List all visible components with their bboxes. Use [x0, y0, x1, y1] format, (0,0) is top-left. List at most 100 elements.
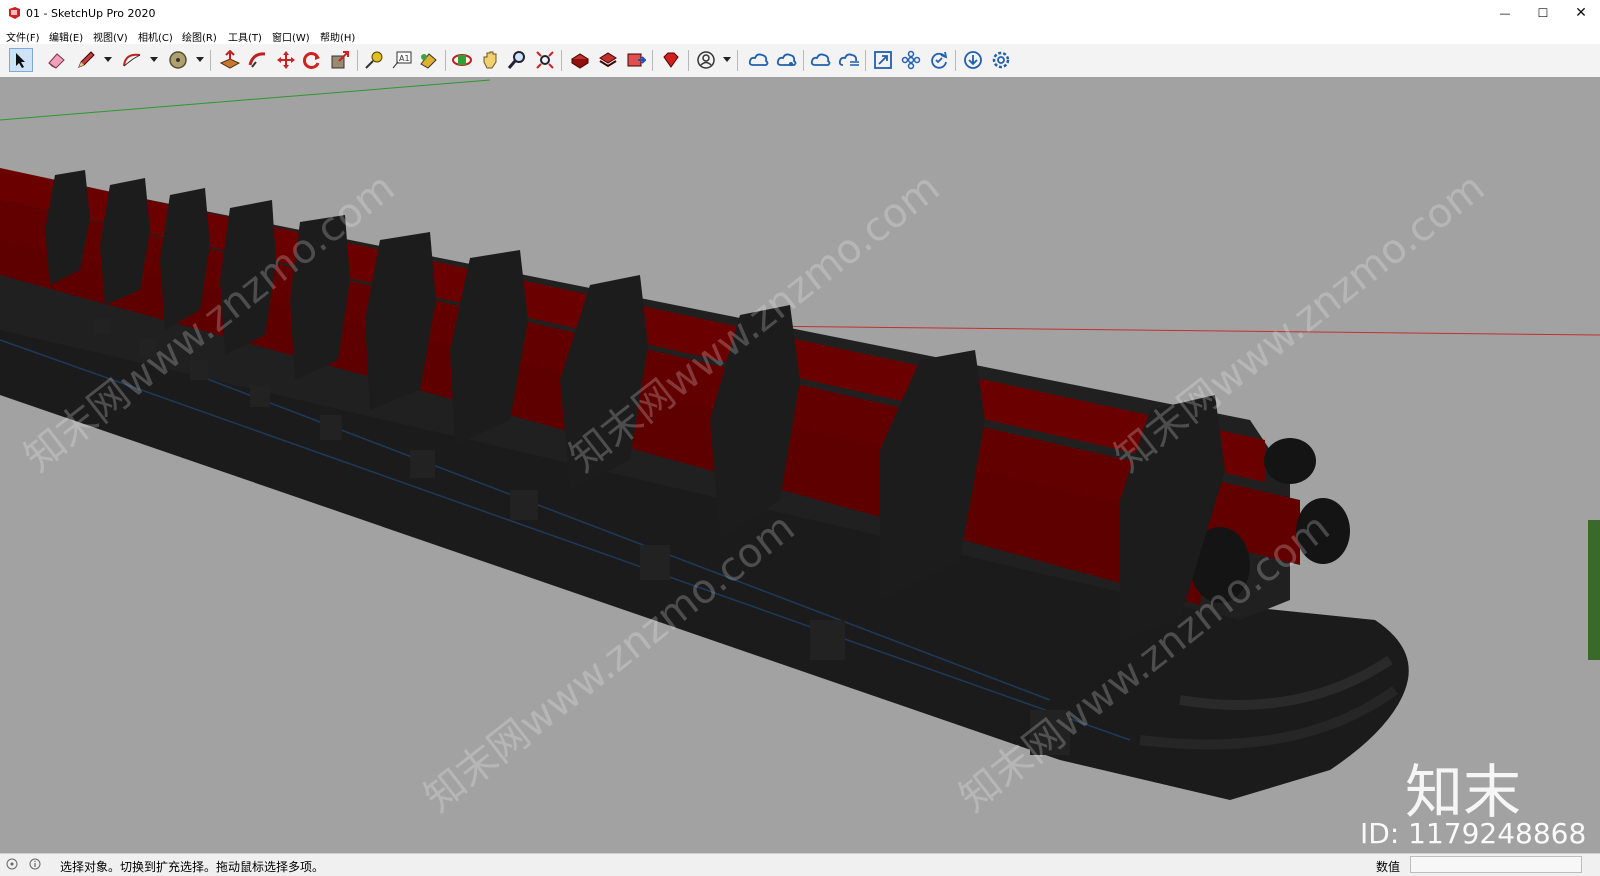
pan-tool[interactable] [478, 48, 502, 72]
zoom-extents-tool[interactable] [533, 48, 557, 72]
extension-warehouse[interactable] [596, 48, 620, 72]
extents[interactable] [871, 48, 895, 72]
eraser-tool[interactable] [44, 48, 68, 72]
circle-tool[interactable] [166, 48, 190, 72]
cloud-check[interactable] [809, 48, 833, 72]
toolbar-separator [803, 50, 804, 71]
tape-measure-icon [365, 51, 383, 69]
menu-file[interactable]: 文件(F) [6, 29, 40, 44]
refresh[interactable] [927, 48, 951, 72]
toolbar-separator [652, 50, 653, 71]
refresh-icon [931, 51, 948, 69]
paint-icon [420, 53, 437, 69]
push-pull-tool[interactable] [218, 48, 242, 72]
follow-me-icon [248, 52, 266, 68]
menu-draw[interactable]: 绘图(R) [182, 29, 217, 44]
eraser-icon [48, 53, 65, 69]
maximize-icon: ☐ [1537, 6, 1549, 20]
main-toolbar: A1 [0, 44, 1600, 78]
account-dropdown-icon[interactable] [723, 57, 731, 62]
zoom-tool[interactable] [505, 48, 529, 72]
shape-dropdown-icon[interactable] [196, 57, 204, 62]
flower-icon [901, 50, 921, 70]
move-tool[interactable] [274, 48, 298, 72]
menu-help[interactable]: 帮助(H) [320, 29, 355, 44]
toolbar-separator [210, 50, 211, 71]
hand-icon [483, 51, 497, 69]
cloud-share-icon [776, 53, 797, 66]
cloud-check-icon [810, 53, 831, 66]
geolocation-icon[interactable] [6, 858, 18, 870]
menu-view[interactable]: 视图(V) [93, 29, 128, 44]
menu-camera[interactable]: 相机(C) [138, 29, 173, 44]
close-button[interactable]: ✕ [1562, 0, 1600, 26]
text-tool[interactable]: A1 [390, 48, 414, 72]
minimize-button[interactable]: — [1486, 0, 1524, 26]
select-tool[interactable] [9, 48, 33, 72]
3d-warehouse[interactable] [568, 48, 592, 72]
move-icon [277, 51, 295, 69]
cloud-list-icon [838, 53, 859, 66]
rotate-tool[interactable] [300, 48, 324, 72]
close-icon: ✕ [1575, 5, 1587, 21]
ruby-icon [663, 52, 679, 68]
cloud-share[interactable] [775, 48, 799, 72]
status-bar: 选择对象。切换到扩充选择。拖动鼠标选择多项。 数值 [0, 853, 1600, 876]
foliage [1588, 520, 1600, 660]
send-to-layout[interactable] [624, 48, 648, 72]
orbit-tool[interactable] [450, 48, 474, 72]
arrow-cursor-icon [16, 53, 25, 68]
download[interactable] [961, 48, 985, 72]
settings[interactable] [989, 48, 1013, 72]
measurements-label: 数值 [1376, 860, 1401, 874]
model-scene [0, 79, 1600, 800]
tape-measure-tool[interactable] [362, 48, 386, 72]
title-bar: 01 - SketchUp Pro 2020 — ☐ ✕ [0, 0, 1600, 26]
model-id: ID: 1179248868 [1360, 817, 1587, 850]
download-icon [964, 51, 982, 69]
push-pull-icon [219, 50, 241, 69]
toolbar-separator [737, 50, 738, 71]
green-axis [0, 79, 491, 121]
layout-icon [627, 53, 646, 67]
info-icon[interactable] [29, 858, 41, 870]
minimize-icon: — [1499, 6, 1511, 20]
arc-dropdown-icon[interactable] [150, 57, 158, 62]
cloud-sync[interactable] [747, 48, 771, 72]
toolbar-separator [561, 50, 562, 71]
rotate-icon [302, 52, 320, 69]
maximize-button[interactable]: ☐ [1524, 0, 1562, 26]
cloud-icon [748, 53, 769, 66]
pencil-icon [78, 51, 95, 68]
arc-icon [123, 53, 141, 67]
drawing-viewport[interactable]: 知末网www.znzmo.com 知末网www.znzmo.com 知末网www… [0, 77, 1600, 853]
toolbar-separator [688, 50, 689, 71]
measurements-input[interactable] [1410, 856, 1582, 873]
follow-me-tool[interactable] [246, 48, 270, 72]
orbit-icon [452, 54, 472, 66]
user-icon [697, 51, 715, 69]
menu-edit[interactable]: 编辑(E) [49, 29, 83, 44]
toolbar-separator [865, 50, 866, 71]
pencil-tool[interactable] [74, 48, 98, 72]
menu-bar: 文件(F) 编辑(E) 视图(V) 相机(C) 绘图(R) 工具(T) 窗口(W… [0, 26, 1600, 44]
paint-tool[interactable] [416, 48, 440, 72]
components[interactable] [899, 48, 923, 72]
window-title: 01 - SketchUp Pro 2020 [26, 7, 156, 20]
circle-icon [169, 51, 187, 69]
arc-tool[interactable] [120, 48, 144, 72]
scale-tool[interactable] [328, 48, 352, 72]
menu-window[interactable]: 窗口(W) [272, 29, 310, 44]
zoom-extents-icon [536, 51, 554, 69]
sketchup-logo-icon [9, 7, 20, 19]
menu-tools[interactable]: 工具(T) [228, 29, 262, 44]
magnifier-icon [507, 51, 525, 69]
gear-icon [992, 51, 1010, 69]
toolbar-separator [955, 50, 956, 71]
scale-icon [331, 51, 349, 69]
ruby-console[interactable] [659, 48, 683, 72]
pencil-dropdown-icon[interactable] [104, 57, 112, 62]
account[interactable] [694, 48, 718, 72]
cloud-list[interactable] [837, 48, 861, 72]
extension-warehouse-icon [599, 52, 617, 68]
